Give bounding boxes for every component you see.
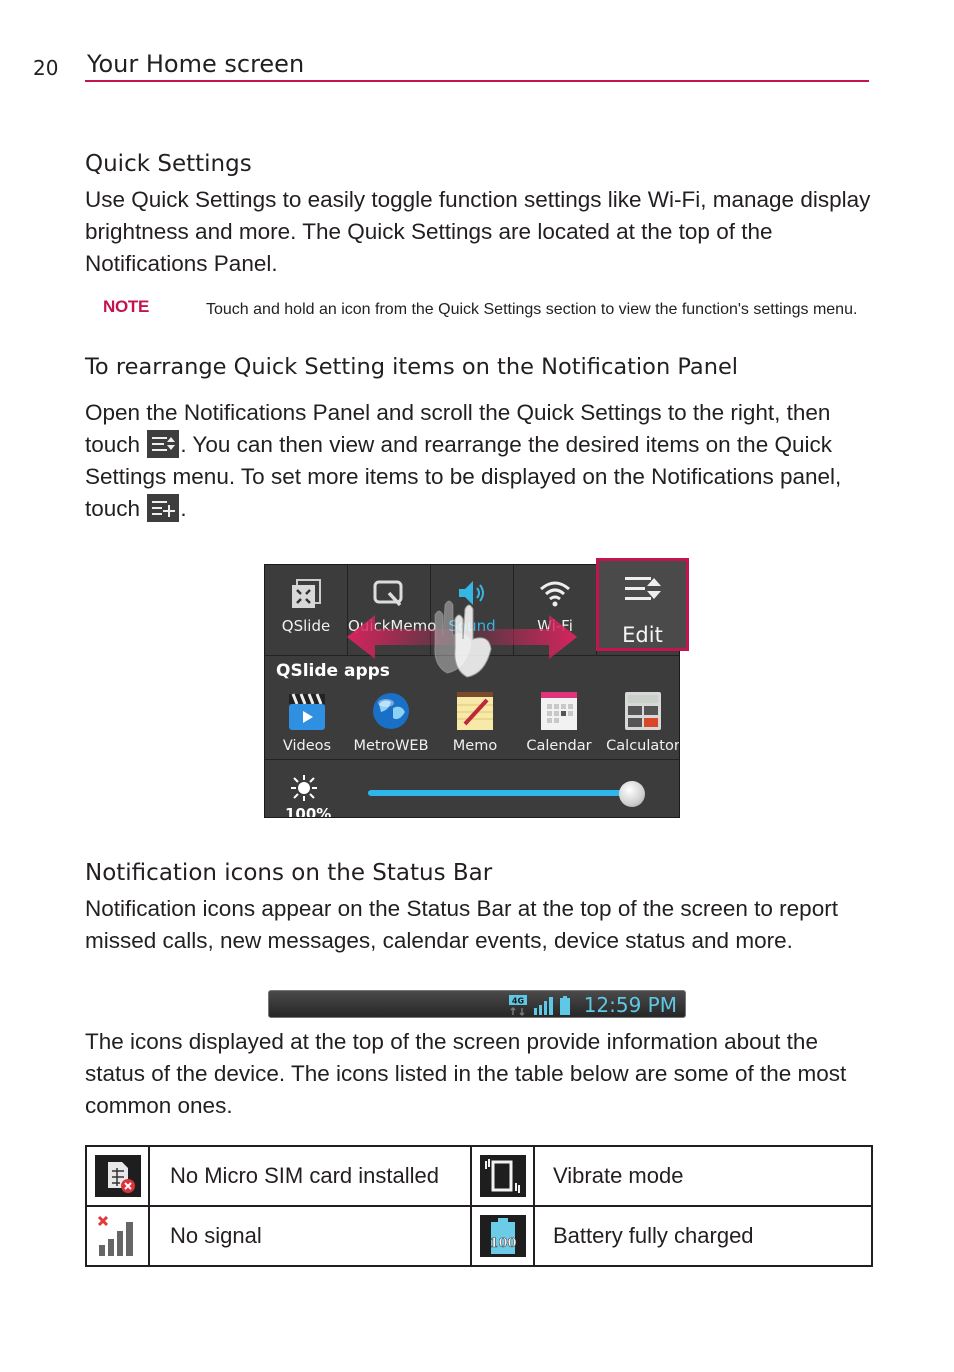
signal-icon — [534, 997, 553, 1015]
edit-button[interactable]: Edit — [596, 558, 689, 651]
app-label: Videos — [282, 738, 332, 754]
network-4g-label: 4G — [512, 997, 524, 1006]
calculator-icon — [625, 692, 661, 730]
videos-icon — [289, 693, 325, 730]
brightness-slider[interactable] — [368, 790, 630, 796]
rearrange-text-2: . You can then view and rearrange the de… — [85, 432, 842, 521]
no-signal-icon — [97, 1215, 133, 1256]
app-videos[interactable]: Videos — [265, 690, 349, 754]
rearrange-text-3: . — [180, 496, 187, 521]
edit-rearrange-icon — [625, 577, 661, 600]
tile-qslide[interactable]: QSlide — [265, 565, 348, 655]
notification-icon-table: No Micro SIM card installed Vibrate mode… — [85, 1145, 873, 1267]
app-label: Memo — [452, 738, 498, 754]
table-label-cell: Vibrate mode — [533, 1145, 873, 1207]
table-label-cell: No signal — [148, 1205, 472, 1267]
section-heading-quick-settings: Quick Settings — [85, 151, 252, 177]
table-icon-cell: 100 — [470, 1205, 535, 1267]
memo-icon — [457, 692, 493, 730]
browser-globe-icon — [373, 693, 409, 729]
brightness-value: 100% — [285, 805, 332, 818]
notification-icons-intro: Notification icons appear on the Status … — [85, 896, 838, 953]
note-label: NOTE — [103, 297, 150, 316]
table-label-cell: Battery fully charged — [533, 1205, 873, 1267]
edit-label: Edit — [622, 623, 663, 647]
section-heading-notification-icons: Notification icons on the Status Bar — [85, 860, 493, 886]
qslide-apps-title: QSlide apps — [276, 661, 390, 681]
calendar-icon — [541, 692, 577, 730]
table-row: No Micro SIM card installed Vibrate mode — [85, 1145, 873, 1207]
note-text: Touch and hold an icon from the Quick Se… — [206, 301, 858, 318]
app-calendar[interactable]: Calendar — [517, 690, 601, 754]
table-icon-cell — [470, 1145, 535, 1207]
status-bar: 4G 12:59 PM — [268, 990, 686, 1018]
table-icon-cell — [85, 1205, 150, 1267]
brightness-icon — [291, 775, 317, 801]
table-label-cell: No Micro SIM card installed — [148, 1145, 472, 1207]
no-sim-icon — [94, 1155, 141, 1197]
app-label: Calculator — [606, 738, 680, 754]
add-items-icon — [147, 494, 180, 522]
quick-settings-intro: Use Quick Settings to easily toggle func… — [85, 187, 871, 276]
battery-full-icon: 100 — [479, 1215, 526, 1257]
table-row: No signal 100 Battery fully charged — [85, 1205, 873, 1267]
chapter-divider — [85, 80, 869, 82]
battery-icon — [560, 996, 570, 1015]
panel-divider — [265, 759, 679, 760]
chapter-title: Your Home screen — [87, 50, 305, 78]
app-memo[interactable]: Memo — [433, 690, 517, 754]
battery-level-label: 100 — [489, 1236, 516, 1251]
section-heading-rearrange: To rearrange Quick Setting items on the … — [85, 354, 739, 380]
status-time: 12:59 PM — [583, 993, 677, 1017]
qslide-icon — [292, 579, 321, 608]
app-label: Calendar — [526, 738, 592, 754]
page-number: 20 — [33, 56, 59, 80]
table-icon-cell — [85, 1145, 150, 1207]
tile-label: QSlide — [281, 617, 331, 635]
hand-gesture-icon — [434, 600, 492, 678]
app-label: MetroWEB — [353, 738, 429, 754]
data-transfer-icon — [510, 1006, 525, 1017]
vibrate-icon — [479, 1155, 526, 1197]
status-icons-description: The icons displayed at the top of the sc… — [85, 1029, 847, 1118]
rearrange-instructions: Open the Notifications Panel and scroll … — [85, 397, 875, 525]
brightness-slider-thumb[interactable] — [619, 781, 645, 807]
edit-rearrange-icon — [147, 430, 180, 458]
app-metroweb[interactable]: MetroWEB — [349, 690, 433, 754]
app-calculator[interactable]: Calculator — [601, 690, 680, 754]
